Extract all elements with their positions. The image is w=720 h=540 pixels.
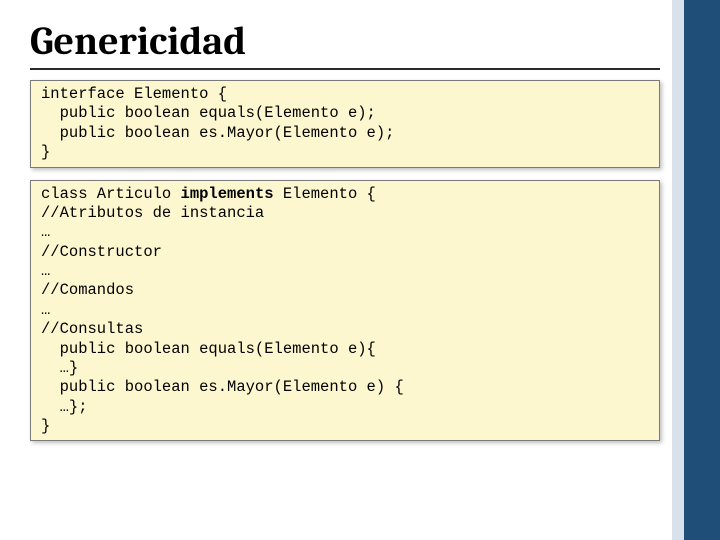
code-line: public boolean es.Mayor(Elemento e) { [41, 378, 649, 397]
slide: Genericidad interface Elemento { public … [0, 0, 720, 540]
code-text: class Articulo [41, 185, 181, 203]
title-underline [30, 68, 660, 70]
code-line: public boolean equals(Elemento e); [41, 104, 649, 123]
code-box-class: class Articulo implements Elemento {//At… [30, 180, 660, 442]
code-line: interface Elemento { [41, 85, 649, 104]
code-line: …} [41, 359, 649, 378]
code-line: } [41, 417, 649, 436]
code-line: public boolean equals(Elemento e){ [41, 340, 649, 359]
code-text: Elemento { [274, 185, 376, 203]
code-line: …}; [41, 398, 649, 417]
code-line: //Constructor [41, 243, 649, 262]
code-line: public boolean es.Mayor(Elemento e); [41, 124, 649, 143]
code-box-interface: interface Elemento { public boolean equa… [30, 80, 660, 168]
accent-light-bar [672, 0, 684, 540]
slide-title: Genericidad [30, 18, 690, 64]
keyword-implements: implements [181, 185, 274, 203]
code-line: //Comandos [41, 281, 649, 300]
code-line: class Articulo implements Elemento { [41, 185, 649, 204]
code-line: //Atributos de instancia [41, 204, 649, 223]
code-line: } [41, 143, 649, 162]
code-line: … [41, 301, 649, 320]
code-line: //Consultas [41, 320, 649, 339]
code-line: … [41, 262, 649, 281]
code-line: … [41, 223, 649, 242]
accent-bar [684, 0, 720, 540]
